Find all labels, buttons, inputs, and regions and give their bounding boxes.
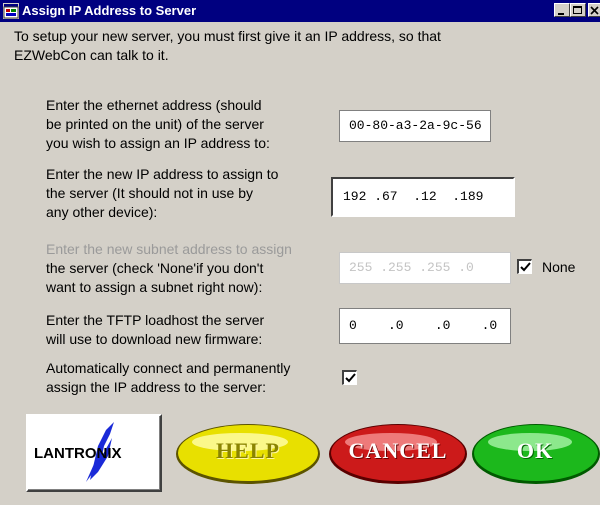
ethernet-label: Enter the ethernet address (should be pr… bbox=[46, 96, 270, 153]
subnet-label: Enter the new subnet address to assign t… bbox=[46, 240, 292, 297]
cancel-button[interactable]: CANCEL bbox=[327, 422, 469, 486]
subnet-none-checkbox[interactable] bbox=[517, 259, 532, 274]
label-line: want to assign a subnet right now): bbox=[46, 279, 263, 295]
window-title: Assign IP Address to Server bbox=[22, 3, 197, 18]
label-line: be printed on the unit) of the server bbox=[46, 116, 264, 132]
app-window-icon bbox=[3, 3, 19, 19]
tftp-loadhost-field[interactable]: 0 .0 .0 .0 bbox=[339, 308, 511, 344]
title-bar[interactable]: Assign IP Address to Server bbox=[0, 0, 600, 22]
label-line: the server (check 'None'if you don't bbox=[46, 260, 264, 276]
label-line: the server (It should not in use by bbox=[46, 185, 253, 201]
intro-line: To setup your new server, you must first… bbox=[14, 28, 441, 44]
help-label: HELP bbox=[216, 438, 280, 463]
auto-connect-checkbox[interactable] bbox=[342, 370, 357, 385]
ip-label: Enter the new IP address to assign to th… bbox=[46, 165, 278, 222]
label-line: Automatically connect and permanently bbox=[46, 360, 291, 376]
label-line: Enter the new subnet address to assign bbox=[46, 241, 292, 257]
label-line: any other device): bbox=[46, 204, 158, 220]
label-line: you wish to assign an IP address to: bbox=[46, 135, 270, 151]
ip-address-field[interactable]: 192 .67 .12 .189 bbox=[331, 177, 515, 217]
logo-text: LANTRONIX bbox=[34, 445, 122, 462]
help-button[interactable]: HELP bbox=[174, 422, 322, 486]
label-line: assign the IP address to the server: bbox=[46, 379, 266, 395]
label-line: will use to download new firmware: bbox=[46, 331, 263, 347]
minimize-icon bbox=[558, 13, 564, 15]
lantronix-logo-icon: LANTRONIX bbox=[34, 422, 122, 482]
subnet-address-field[interactable]: 255 .255 .255 .0 bbox=[339, 252, 511, 284]
label-line: Enter the TFTP loadhost the server bbox=[46, 312, 265, 328]
cancel-label: CANCEL bbox=[348, 438, 448, 463]
maximize-icon bbox=[573, 6, 582, 14]
intro-text: To setup your new server, you must first… bbox=[14, 27, 574, 65]
lantronix-logo-button[interactable]: LANTRONIX bbox=[26, 414, 162, 492]
intro-line: EZWebCon can talk to it. bbox=[14, 47, 169, 63]
checkmark-icon bbox=[520, 262, 531, 272]
auto-connect-label: Automatically connect and permanently as… bbox=[46, 359, 290, 397]
ok-label: OK bbox=[516, 438, 554, 463]
label-line: Enter the ethernet address (should bbox=[46, 97, 262, 113]
tftp-label: Enter the TFTP loadhost the server will … bbox=[46, 311, 264, 349]
minimize-button[interactable] bbox=[554, 3, 570, 17]
ok-button[interactable]: OK bbox=[470, 422, 600, 486]
assign-ip-dialog: Assign IP Address to Server To setup you… bbox=[0, 0, 600, 505]
checkmark-icon bbox=[345, 373, 356, 383]
close-icon bbox=[590, 6, 599, 15]
label-line: Enter the new IP address to assign to bbox=[46, 166, 279, 182]
maximize-button[interactable] bbox=[570, 3, 586, 17]
ethernet-address-field[interactable]: 00-80-a3-2a-9c-56 bbox=[339, 110, 491, 142]
close-button[interactable] bbox=[588, 3, 600, 17]
subnet-none-label: None bbox=[542, 259, 576, 275]
